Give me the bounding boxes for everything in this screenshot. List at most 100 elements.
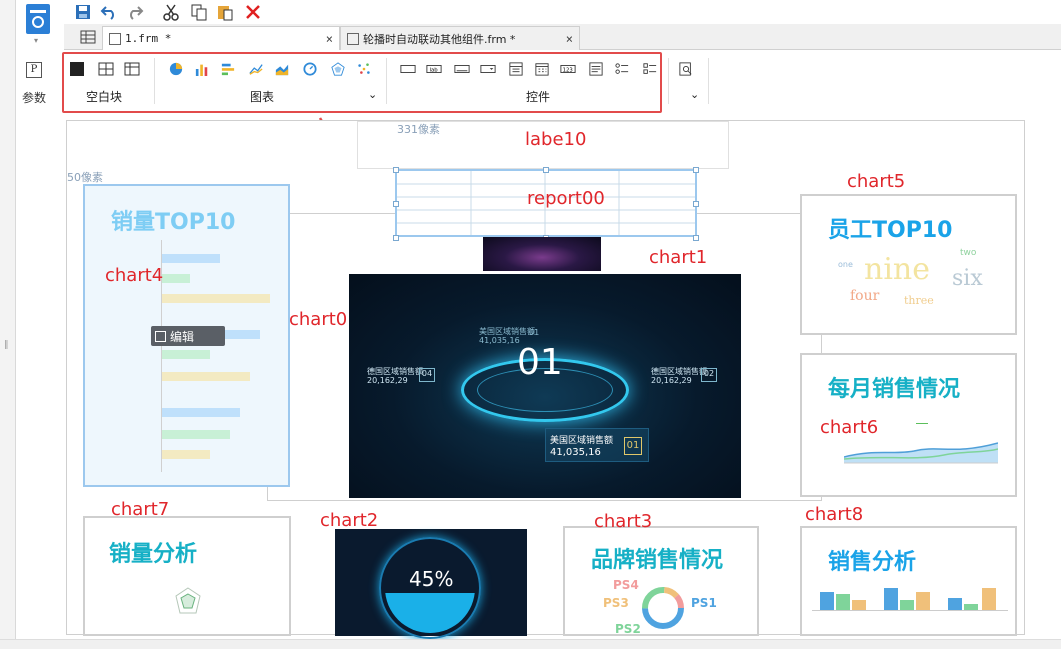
delete-icon[interactable] — [244, 3, 262, 21]
dashboard-chart[interactable]: 01 美国区域销售额 41,035,16 01 德国区域销售额 20,162,2… — [349, 274, 741, 498]
sales-analysis-widget[interactable]: 销售分析 — [800, 526, 1017, 636]
bar — [162, 450, 210, 459]
bottom-badge: 01 — [624, 437, 642, 455]
bar — [162, 274, 190, 283]
copy-icon[interactable] — [190, 3, 208, 21]
percent-gauge-chart[interactable]: 45% — [335, 529, 527, 639]
donut-chart — [642, 587, 684, 629]
brand-sales-widget[interactable]: 品牌销售情况 PS4 PS3 PS2 PS1 — [563, 526, 759, 636]
annotation-chart6: chart6 — [820, 417, 879, 438]
annotation-chart8: chart8 — [805, 504, 864, 525]
param-icon[interactable]: P — [26, 62, 42, 78]
divider — [708, 58, 709, 104]
word: four — [850, 288, 880, 304]
tab-file-2[interactable]: 轮播时自动联动其他组件.frm * × — [340, 26, 580, 50]
chevron-down-icon[interactable]: ▾ — [34, 36, 38, 45]
top10-widget[interactable]: 销量TOP10 编辑 — [83, 184, 290, 487]
annotation-chart3: chart3 — [594, 511, 653, 532]
word: two — [960, 248, 977, 258]
resize-handle[interactable] — [393, 167, 399, 173]
legend-ps4: PS4 — [613, 578, 639, 592]
resize-handle[interactable] — [693, 201, 699, 207]
bar — [900, 600, 914, 610]
dashboard-center-value: 01 — [517, 342, 563, 383]
bar — [162, 408, 240, 417]
tab-label: 轮播时自动联动其他组件.frm * — [363, 32, 516, 46]
file-tabs: 1.frm * × 轮播时自动联动其他组件.frm * × — [64, 24, 1061, 50]
gauge-value: 45% — [409, 567, 454, 591]
left-edge-bar: ‖ — [0, 0, 16, 649]
bar — [982, 588, 996, 610]
bar — [162, 350, 210, 359]
bar — [162, 294, 270, 303]
ruler-top: 331像素 — [397, 123, 440, 136]
edit-label: 编辑 — [170, 329, 195, 344]
resize-handle[interactable] — [693, 235, 699, 241]
chevron-down-icon[interactable]: ⌄ — [690, 88, 699, 101]
resize-handle[interactable] — [393, 201, 399, 207]
word: three — [904, 294, 934, 307]
left-badge: 04 — [419, 368, 435, 382]
resize-handle[interactable] — [543, 167, 549, 173]
resize-handle[interactable] — [393, 235, 399, 241]
tab-file-1[interactable]: 1.frm * × — [102, 26, 340, 50]
edit-icon — [155, 330, 166, 342]
close-icon[interactable]: × — [566, 32, 573, 46]
collapse-handle[interactable]: ‖ — [4, 340, 9, 350]
edit-button[interactable]: 编辑 — [151, 326, 225, 346]
legend-ps3: PS3 — [603, 596, 629, 610]
radar-chart — [175, 587, 201, 614]
annotation-report00: report00 — [527, 188, 605, 209]
bar — [162, 254, 220, 263]
staff-top10-widget[interactable]: 员工TOP10 one nine two six four three — [800, 194, 1017, 335]
annotation-chart0: chart0 — [289, 309, 348, 330]
bar — [916, 592, 930, 610]
param-label: 参数 — [22, 91, 47, 105]
bottom-info-panel: 美国区域销售额 41,035,16 01 — [545, 428, 649, 462]
bottom-label: 美国区域销售额 — [550, 436, 614, 446]
save-icon[interactable] — [74, 3, 92, 21]
grid-icon[interactable] — [80, 30, 96, 44]
legend-ps1: PS1 — [691, 596, 717, 610]
chart1-image[interactable] — [483, 237, 601, 271]
quick-toolbar — [64, 0, 1061, 24]
sales-volume-widget[interactable]: 销量分析 — [83, 516, 291, 636]
widget-title: 销售分析 — [828, 550, 917, 575]
widget-title: 品牌销售情况 — [591, 548, 724, 573]
bar — [162, 430, 230, 439]
app-logo-icon[interactable] — [26, 4, 50, 34]
undo-icon[interactable] — [100, 3, 118, 21]
status-bar — [0, 639, 1061, 649]
divider — [668, 58, 669, 104]
annotation-chart5: chart5 — [847, 171, 906, 192]
right-value: 20,162,29 — [651, 376, 692, 385]
annotation-chart7: chart7 — [111, 499, 170, 520]
annotation-chart4: chart4 — [105, 265, 164, 286]
tab-label: 1.frm * — [125, 32, 172, 45]
bar — [836, 594, 850, 610]
left-panel: ▾ P 参数 — [16, 0, 64, 110]
area-line-chart — [844, 442, 998, 464]
bottom-value: 41,035,16 — [550, 447, 601, 458]
paste-icon[interactable] — [216, 3, 234, 21]
close-icon[interactable]: × — [326, 32, 333, 46]
redo-icon[interactable] — [126, 3, 144, 21]
design-canvas[interactable]: 331像素 50像素 销量TOP10 编辑 01 美国区域销售额 41,035,… — [66, 120, 1025, 639]
resize-handle[interactable] — [693, 167, 699, 173]
gauge-fill — [385, 593, 475, 633]
cut-icon[interactable] — [162, 3, 180, 21]
word: nine — [864, 252, 930, 287]
widget-title: 每月销售情况 — [828, 377, 961, 402]
left-value: 20,162,29 — [367, 376, 408, 385]
word: six — [952, 266, 983, 291]
legend-dash — [916, 423, 928, 424]
highlight-box — [62, 52, 662, 113]
bar — [820, 592, 834, 610]
legend-ps2: PS2 — [615, 622, 641, 636]
form-file-icon — [347, 32, 359, 45]
annotation-label10: labe10 — [525, 129, 587, 150]
form-file-icon — [109, 32, 121, 45]
right-badge: 02 — [701, 368, 717, 382]
widget-title: 员工TOP10 — [828, 218, 953, 243]
search-icon[interactable] — [678, 62, 694, 76]
